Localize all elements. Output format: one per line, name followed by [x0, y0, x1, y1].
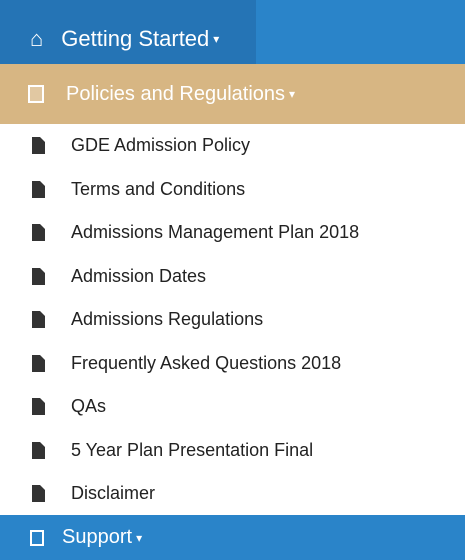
box-icon — [30, 529, 44, 546]
menu-item-label: GDE Admission Policy — [71, 135, 251, 156]
chevron-down-icon: ▾ — [136, 530, 143, 545]
home-icon: ⌂ — [30, 26, 44, 51]
menu-item-label: Disclaimer — [71, 483, 156, 504]
menu-item-admissions-regulations[interactable]: Admissions Regulations — [0, 298, 465, 342]
document-icon — [28, 85, 44, 103]
file-icon — [32, 224, 45, 242]
chevron-down-icon: ▾ — [289, 87, 296, 101]
file-icon — [32, 398, 45, 416]
menu-item-label: Terms and Conditions — [71, 178, 246, 199]
file-icon — [32, 137, 45, 155]
menu-item-admission-dates[interactable]: Admission Dates — [0, 255, 465, 299]
menu-item-admissions-management-plan[interactable]: Admissions Management Plan 2018 — [0, 211, 465, 255]
menu-item-disclaimer[interactable]: Disclaimer — [0, 472, 465, 516]
policies-menu: GDE Admission Policy Terms and Condition… — [0, 124, 465, 516]
file-icon — [32, 485, 45, 503]
menu-item-gde-admission-policy[interactable]: GDE Admission Policy — [0, 124, 465, 168]
menu-item-label: QAs — [71, 396, 107, 417]
file-icon — [32, 180, 45, 198]
file-icon — [32, 354, 45, 372]
policies-dropdown[interactable]: Policies and Regulations ▾ — [0, 64, 465, 124]
menu-item-qas[interactable]: QAs — [0, 385, 465, 429]
file-icon — [32, 441, 45, 459]
file-icon — [32, 311, 45, 329]
menu-item-5-year-plan[interactable]: 5 Year Plan Presentation Final — [0, 429, 465, 473]
menu-item-terms-and-conditions[interactable]: Terms and Conditions — [0, 168, 465, 212]
chevron-down-icon: ▾ — [213, 32, 220, 46]
support-dropdown[interactable]: Support ▾ — [0, 515, 465, 560]
menu-item-label: Frequently Asked Questions 2018 — [71, 352, 342, 373]
menu-item-label: Admissions Regulations — [71, 309, 264, 330]
menu-item-label: Admissions Management Plan 2018 — [71, 222, 360, 243]
menu-item-faq[interactable]: Frequently Asked Questions 2018 — [0, 342, 465, 386]
menu-item-label: Admission Dates — [71, 265, 207, 286]
support-label: Support — [62, 526, 133, 548]
file-icon — [32, 267, 45, 285]
getting-started-label: Getting Started — [61, 26, 210, 51]
menu-item-label: 5 Year Plan Presentation Final — [71, 439, 314, 460]
policies-label: Policies and Regulations — [66, 82, 286, 105]
